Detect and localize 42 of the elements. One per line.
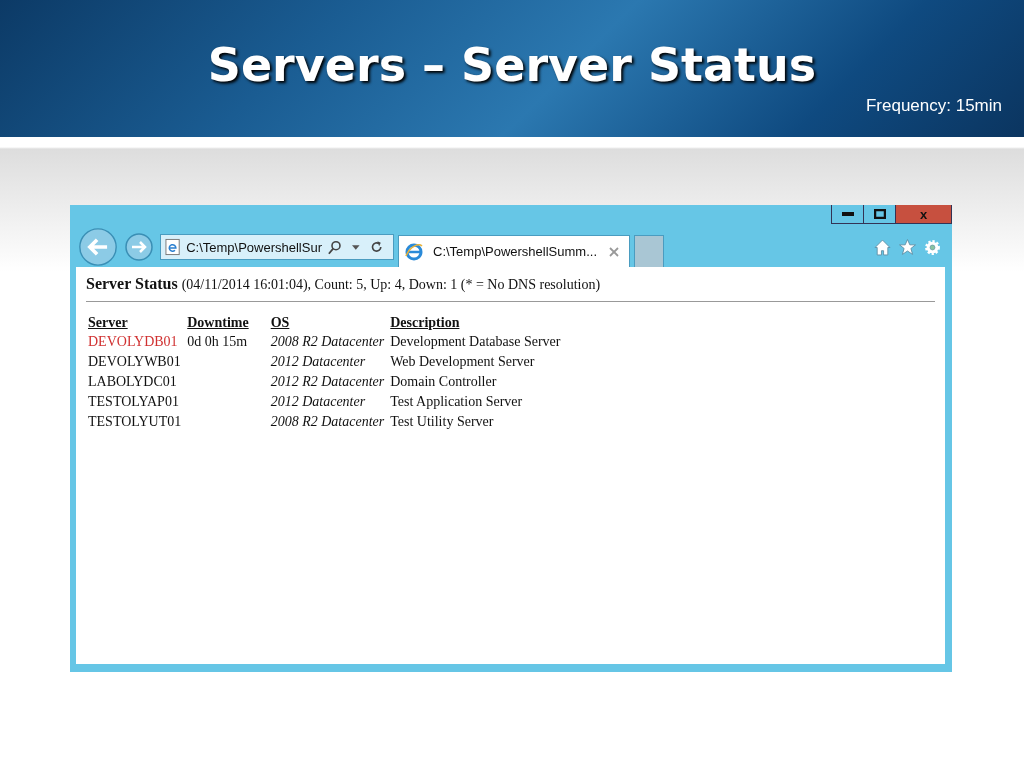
os-cell-text: 2008 R2 Datacenter: [269, 413, 386, 431]
downtime-cell-text: 0d 0h 15m: [186, 333, 249, 351]
description-cell-text: Test Utility Server: [389, 413, 495, 431]
slide-subtitle: Frequency: 15min: [865, 95, 1002, 116]
address-text: C:\Temp\PowershellSur: [186, 239, 322, 255]
column-header: Description: [389, 314, 461, 332]
description-cell-text: Development Database Server: [389, 333, 562, 351]
ie-logo-icon: [405, 242, 423, 261]
os-cell-text: 2012 Datacenter: [269, 393, 367, 411]
minimize-icon: [841, 212, 854, 216]
back-button[interactable]: [76, 227, 120, 267]
settings-icon[interactable]: [924, 238, 941, 256]
forward-button[interactable]: [124, 232, 154, 262]
server-name: DEVOLYWB01: [87, 353, 182, 371]
description-cell-text: Test Application Server: [389, 393, 524, 411]
star-icon[interactable]: [899, 238, 916, 256]
refresh-icon[interactable]: [369, 240, 383, 254]
slide-title: Servers – Server Status: [207, 40, 817, 91]
close-icon[interactable]: [609, 246, 619, 257]
page-heading: Server Status: [86, 275, 178, 293]
browser-tab[interactable]: C:\Temp\PowershellSumm...: [398, 235, 630, 267]
tab-label: C:\Temp\PowershellSumm...: [433, 244, 598, 259]
os-cell-text: 2008 R2 Datacenter: [269, 333, 386, 351]
column-header: Server: [87, 314, 129, 332]
description-cell-text: Web Development Server: [389, 353, 536, 371]
os-cell-text: 2012 R2 Datacenter: [269, 373, 386, 391]
maximize-icon: [873, 209, 886, 219]
address-bar[interactable]: C:\Temp\PowershellSur: [160, 234, 394, 260]
column-header: Downtime: [186, 314, 250, 332]
os-cell-text: 2012 Datacenter: [269, 353, 367, 371]
ie-page-icon[interactable]: [165, 238, 181, 256]
server-name: TESTOLYUT01: [87, 413, 183, 431]
column-header: OS: [269, 314, 291, 332]
home-icon[interactable]: [874, 238, 891, 256]
caret-icon[interactable]: [352, 244, 360, 250]
server-name: LABOLYDC01: [87, 373, 178, 391]
server-name: TESTOLYAP01: [87, 393, 180, 411]
server-name: DEVOLYDB01: [87, 333, 179, 351]
description-cell-text: Domain Controller: [389, 373, 498, 391]
close-button[interactable]: x: [896, 205, 951, 223]
search-icon[interactable]: [327, 239, 343, 255]
status-summary: (04/11/2014 16:01:04), Count: 5, Up: 4, Down: 1 (* = No DNS resolution): [181, 277, 601, 293]
